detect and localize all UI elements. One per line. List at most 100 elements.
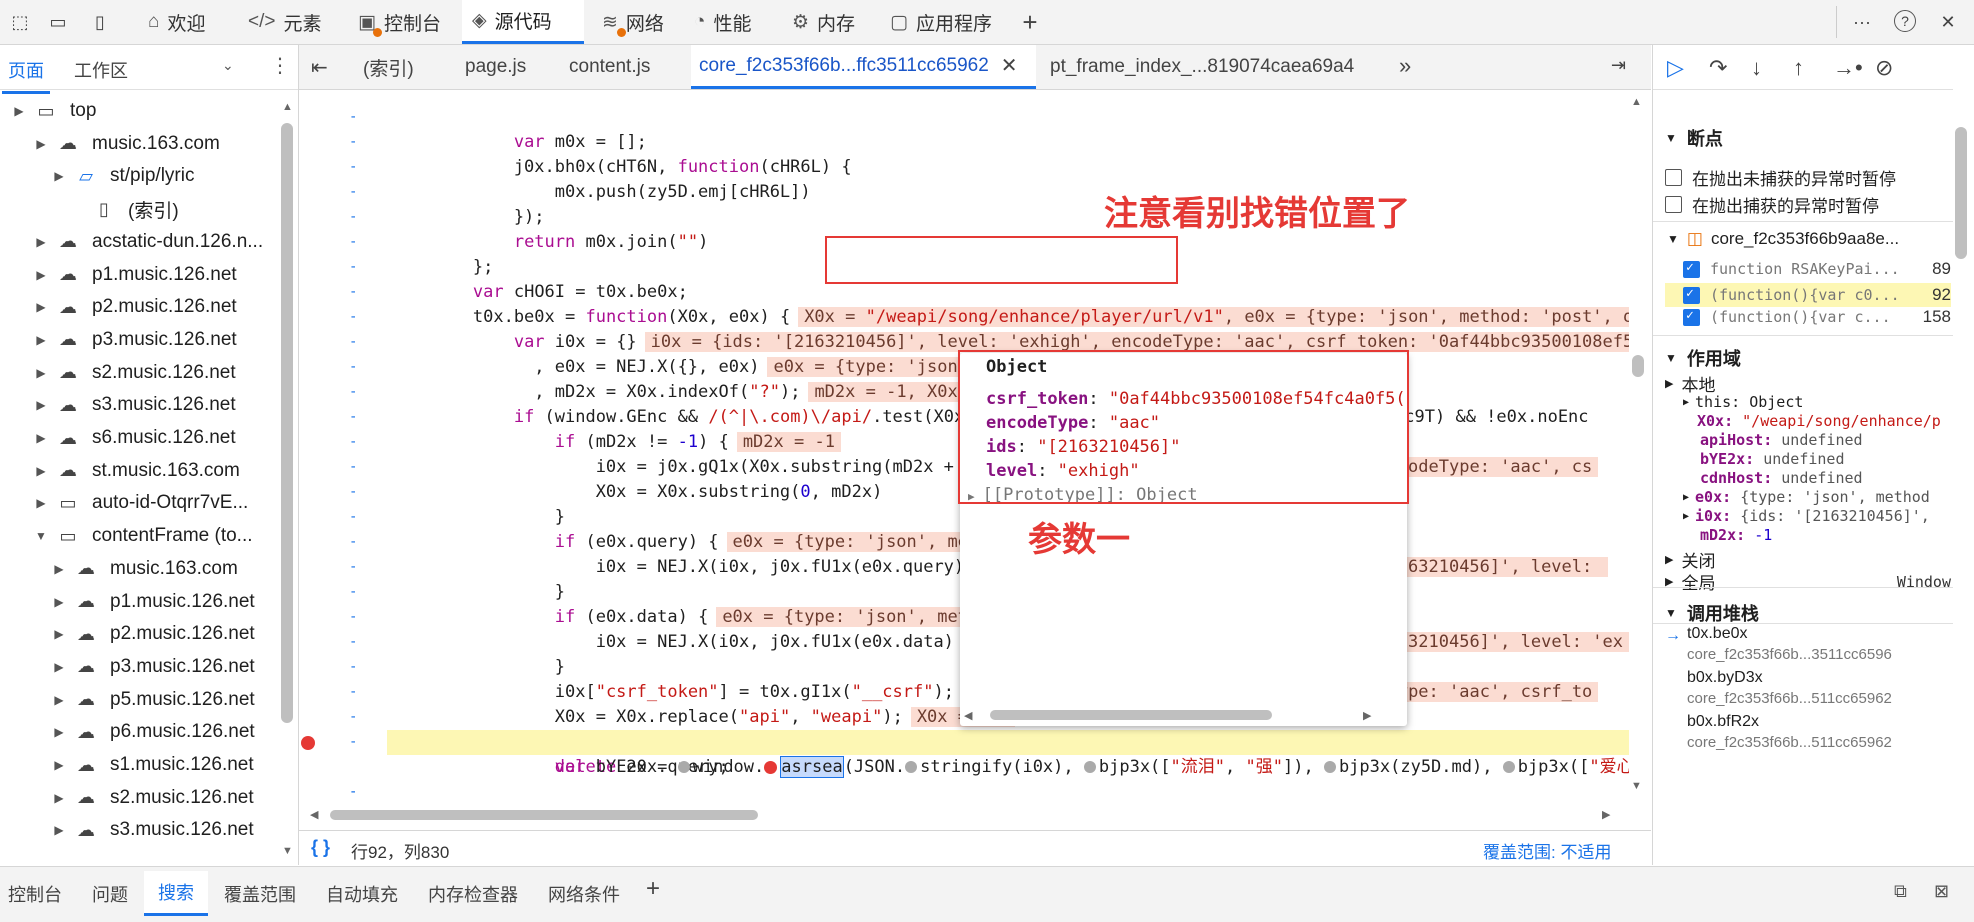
breakpoint-checkbox[interactable] [1683,308,1700,326]
expand-triangle-icon[interactable]: ▶ [34,398,48,412]
tree-item[interactable]: ▶ ▭ auto-id-Otqrr7vE... [34,487,248,519]
code-scroll-down-icon[interactable]: ▼ [1631,780,1642,792]
popover-scroll-left-icon[interactable]: ◀ [964,709,972,722]
drawer-tab-console[interactable]: 控制台 [8,881,62,907]
popover-scroll-right-icon[interactable]: ▶ [1363,709,1371,722]
tab-page[interactable]: 页面 [2,57,50,94]
pause-caught-option[interactable]: 在抛出捕获的异常时暂停 [1665,192,1879,217]
coverage-link[interactable]: 覆盖范围: 不适用 [1483,838,1611,863]
tree-item[interactable]: ▶ ☁ p1.music.126.net [52,586,254,618]
help-icon[interactable]: ? [1894,10,1916,32]
breakpoint-marker[interactable] [301,736,315,750]
collapse-triangle-icon[interactable]: ▼ [34,529,48,543]
tree-item[interactable]: ▶ ☁ p5.music.126.net [52,684,254,716]
tree-item[interactable]: ▶ ☁ p1.music.126.net [34,259,236,291]
tree-item[interactable]: ▶ ☁ p3.music.126.net [34,324,236,356]
editor-tab-content-js[interactable]: content.js [561,45,658,89]
resume-icon[interactable]: ▷ [1667,55,1684,81]
close-tab-icon[interactable]: ✕ [1001,53,1018,78]
dock-drawer-icon[interactable]: ⧉ [1894,881,1907,902]
deactivate-breakpoints-icon[interactable]: ⊘ [1875,55,1893,81]
tree-item[interactable]: ▶ ▭ top [12,95,96,127]
expand-triangle-icon[interactable]: ▶ [52,595,66,609]
callstack-frame[interactable]: t0x.be0x core_f2c353f66b...3511cc6596 [1687,625,1892,663]
step-over-icon[interactable]: ↷ [1709,55,1727,81]
tab-network[interactable]: ≋ 网络 [592,0,674,44]
device-toolbar-icon[interactable]: ▭ [46,10,70,34]
expand-triangle-icon[interactable]: ▶ [52,693,66,707]
tree-item[interactable]: ▶ ☁ p6.music.126.net [52,716,254,748]
tree-item[interactable]: ▶ ☁ s1.music.126.net [52,749,253,781]
more-options-icon[interactable]: ··· [1850,10,1874,34]
expand-triangle-icon[interactable]: ▶ [52,562,66,576]
tree-item[interactable]: ▶ ☁ s6.music.126.net [34,422,235,454]
toggle-debugger-icon[interactable]: ⇥ [1611,55,1626,76]
drawer-tab-network-conditions[interactable]: 网络条件 [548,881,620,907]
breakpoint-file[interactable]: ▼ ◫ core_f2c353f66b9aa8e... [1667,229,1899,249]
breakpoint-item-active[interactable]: (function(){var c0... 92 [1665,283,1951,307]
pause-uncaught-option[interactable]: 在抛出未捕获的异常时暂停 [1665,165,1896,190]
scroll-up-icon[interactable]: ▲ [282,101,293,113]
add-tab-icon[interactable]: + [1018,7,1042,37]
scope-var[interactable]: mD2x: -1 [1700,526,1772,544]
expand-triangle-icon[interactable]: ▶ [34,431,48,445]
step-into-icon[interactable]: ↓ [1751,55,1762,81]
editor-tab-pt-frame[interactable]: pt_frame_index_...819074caea69a4 [1042,45,1362,89]
scope-var[interactable]: X0x: "/weapi/song/enhance/p [1697,412,1951,430]
expand-triangle-icon[interactable]: ▶ [34,366,48,380]
popover-scrollbar[interactable] [990,710,1272,720]
expand-triangle-icon[interactable]: ▶ [12,104,26,118]
add-drawer-tab-icon[interactable]: + [646,875,660,903]
code-scroll-left-icon[interactable]: ◀ [310,808,318,821]
tab-elements[interactable]: </> 元素 [238,0,332,44]
more-tabs-icon[interactable]: » [1399,53,1411,79]
tree-item[interactable]: ▶ ☁ s2.music.126.net [52,782,253,814]
drawer-tab-coverage[interactable]: 覆盖范围 [224,881,296,907]
expand-triangle-icon[interactable]: ▶ [34,137,48,151]
tree-item[interactable]: ▶ ☁ music.163.com [52,553,237,585]
tree-item[interactable]: ▯ (索引) [70,193,179,225]
scope-var[interactable]: ▶ this: Object [1683,393,1803,411]
editor-tab-core[interactable]: core_f2c353f66b...ffc3511cc65962 ✕ [691,45,1036,89]
code-vertical-scrollbar[interactable] [1632,355,1644,377]
navigator-scrollbar[interactable] [281,123,293,723]
pretty-print-button[interactable]: { } [311,837,330,858]
pause-uncaught-checkbox[interactable] [1665,169,1682,186]
expand-triangle-icon[interactable]: ▶ [52,823,66,837]
breakpoints-header[interactable]: ▼ 断点 [1665,125,1723,151]
drawer-tab-memory-inspector[interactable]: 内存检查器 [428,881,518,907]
tree-item[interactable]: ▶ ☁ s3.music.126.net [52,814,253,846]
step-icon[interactable]: →• [1833,55,1863,81]
drawer-tab-search[interactable]: 搜索 [144,871,208,916]
scope-var[interactable]: bYE2x: undefined [1700,450,1845,468]
expand-triangle-icon[interactable]: ▶ [34,268,48,282]
scope-var[interactable]: ▶ i0x: {ids: '[2163210456]', [1683,507,1951,525]
expand-triangle-icon[interactable]: ▶ [34,496,48,510]
expand-triangle-icon[interactable]: ▶ [34,333,48,347]
tree-item[interactable]: ▶ ☁ p2.music.126.net [52,618,254,650]
scope-var[interactable]: cdnHost: undefined [1700,469,1863,487]
code-scroll-right-icon[interactable]: ▶ [1602,808,1610,821]
step-out-icon[interactable]: ↑ [1793,55,1804,81]
tab-workspace[interactable]: 工作区 [74,57,128,83]
tab-console[interactable]: ▣ 控制台 [348,0,451,44]
tree-item[interactable]: ▶ ▱ st/pip/lyric [52,160,194,192]
close-devtools-icon[interactable]: ✕ [1936,10,1960,34]
code-scroll-up-icon[interactable]: ▲ [1631,96,1642,108]
expand-triangle-icon[interactable]: ▶ [52,758,66,772]
drawer-tab-autofill[interactable]: 自动填充 [326,881,398,907]
scroll-down-icon[interactable]: ▼ [282,845,293,857]
tree-item[interactable]: ▶ ☁ s2.music.126.net [34,357,235,389]
scope-var[interactable]: ▶ e0x: {type: 'json', method [1683,488,1951,506]
editor-tab-index[interactable]: (索引) [355,45,422,89]
expand-triangle-icon[interactable]: ▶ [52,791,66,805]
expand-triangle-icon[interactable]: ▶ [52,725,66,739]
debugger-scrollbar[interactable] [1955,127,1967,259]
tab-application[interactable]: ▢ 应用程序 [880,0,1002,44]
more-vertical-icon[interactable]: ⋮ [270,53,290,78]
expand-triangle-icon[interactable]: ▶ [34,300,48,314]
dock-icon[interactable]: ▯ [88,10,112,34]
expand-triangle-icon[interactable]: ▶ [52,660,66,674]
scope-var[interactable]: apiHost: undefined [1700,431,1863,449]
tree-item[interactable]: ▶ ☁ music.163.com [34,128,219,160]
